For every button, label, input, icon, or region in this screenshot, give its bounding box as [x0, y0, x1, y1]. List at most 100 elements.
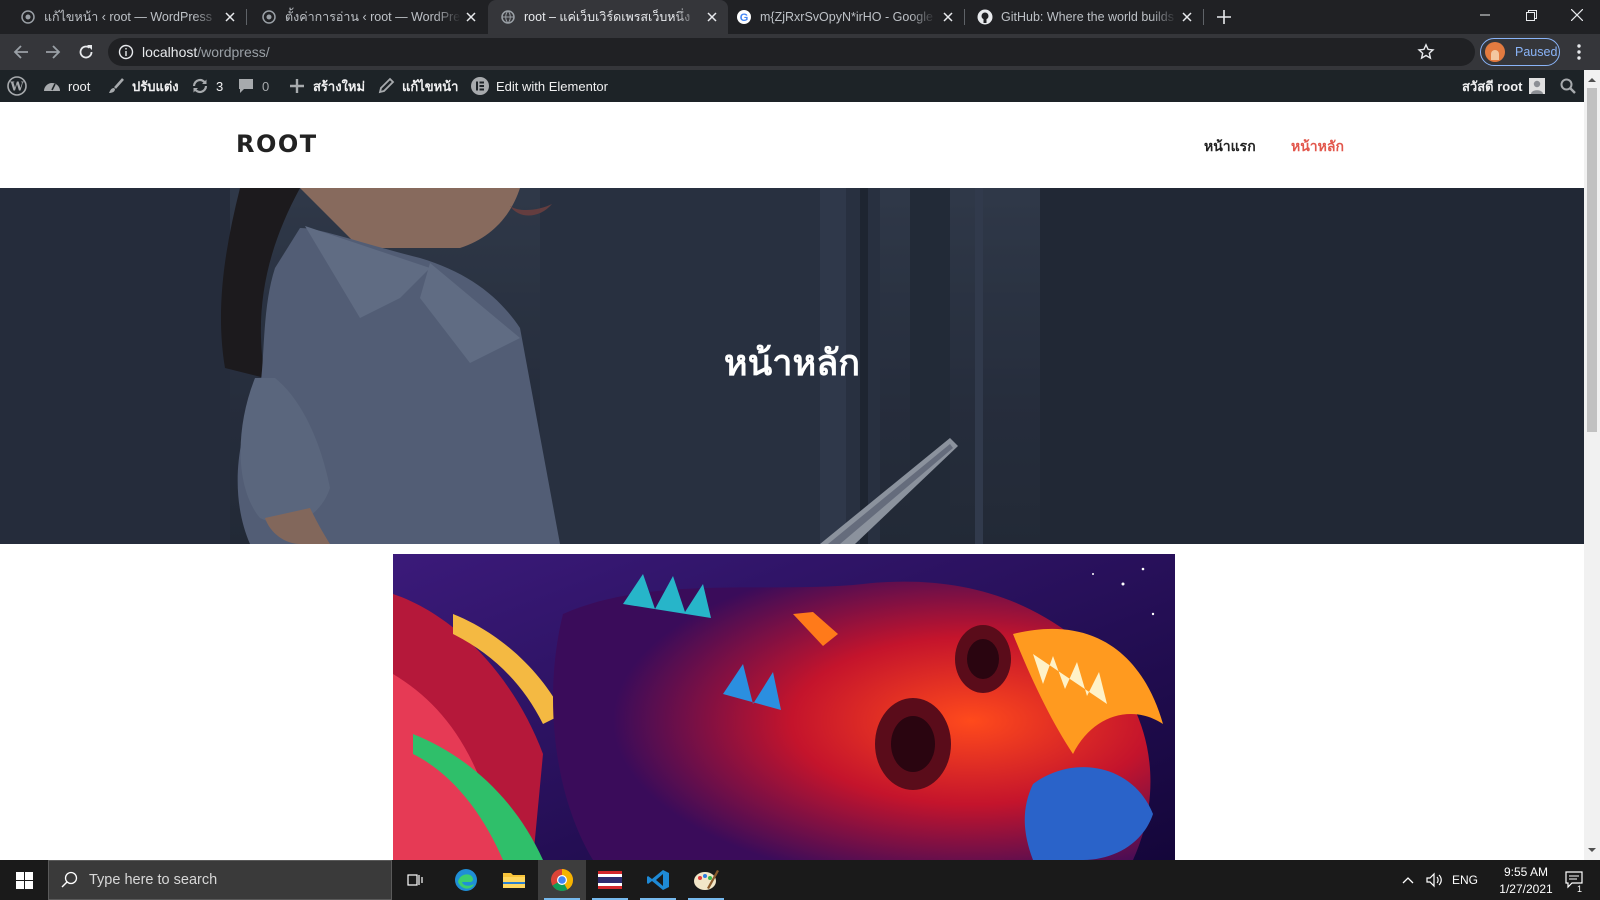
featured-image [393, 554, 1175, 860]
browser-tab-active[interactable]: root – แค่เว็บเวิร์ดเพรสเว็บหนึ่ง [488, 0, 728, 34]
new-label: สร้างใหม่ [313, 78, 366, 94]
windows-taskbar: Type here to search ENG 9:55 AM 1/27/202… [0, 860, 1600, 900]
avatar [1485, 42, 1505, 62]
site-header: ROOT หน้าแรก หน้าหลัก [0, 102, 1584, 188]
admin-bar-site-name[interactable]: root [42, 70, 90, 102]
notification-count: 1 [1577, 884, 1583, 894]
taskbar-clock[interactable]: 9:55 AM 1/27/2021 [1480, 864, 1572, 898]
file-explorer-icon[interactable] [490, 860, 538, 900]
site-name-label: root [68, 78, 91, 94]
task-view-icon[interactable] [392, 860, 440, 900]
page-scrollbar[interactable] [1584, 70, 1600, 860]
hero-title: หน้าหลัก [723, 343, 861, 384]
tab-title: root – แค่เว็บเวิร์ดเพรสเว็บหนึ่ง [524, 10, 691, 24]
hero-banner: หน้าหลัก [0, 188, 1584, 544]
forward-button[interactable] [42, 41, 64, 63]
vscode-icon[interactable] [634, 860, 682, 900]
customize-label: ปรับแต่ง [132, 78, 179, 94]
elementor-icon [470, 76, 490, 96]
browser-tab[interactable]: แก้ไขหน้า ‹ root — WordPress [0, 0, 246, 34]
user-avatar [1528, 78, 1545, 94]
reload-button[interactable] [75, 41, 97, 63]
browser-tab[interactable]: ตั้งค่าการอ่าน ‹ root — WordPress [247, 0, 487, 34]
close-window-button[interactable] [1554, 0, 1600, 30]
search-icon [1558, 76, 1578, 96]
admin-bar-elementor[interactable]: Edit with Elementor [470, 70, 608, 102]
menu-item-main[interactable]: หน้าหลัก [1291, 136, 1344, 158]
wordpress-icon: W [7, 76, 27, 96]
page-viewport: ROOT หน้าแรก หน้าหลัก หน้าหลัก [0, 102, 1584, 860]
clock-time: 9:55 AM [1503, 865, 1549, 879]
globe-icon [500, 9, 516, 25]
tab-separator [1203, 9, 1204, 25]
notifications-button[interactable]: 1 [1560, 860, 1590, 900]
edit-page-label: แก้ไขหน้า [402, 78, 459, 94]
greeting-label: สวัสดี root [1462, 78, 1523, 94]
close-icon[interactable] [463, 9, 479, 25]
menu-item-home[interactable]: หน้าแรก [1204, 136, 1256, 158]
edge-icon[interactable] [442, 860, 490, 900]
address-bar[interactable]: localhost/wordpress/ [108, 38, 1475, 66]
minimize-button[interactable] [1462, 0, 1508, 30]
close-icon[interactable] [940, 9, 956, 25]
hyper-beast-artwork [393, 554, 1175, 860]
admin-bar-new[interactable]: สร้างใหม่ [287, 70, 365, 102]
admin-bar-comments[interactable]: 0 [236, 70, 269, 102]
wordpress-icon [261, 9, 277, 25]
svg-text:G: G [740, 12, 749, 24]
chrome-icon[interactable] [538, 860, 586, 900]
admin-bar-edit-page[interactable]: แก้ไขหน้า [376, 70, 458, 102]
close-icon[interactable] [222, 9, 238, 25]
show-hidden-icons[interactable] [1398, 860, 1418, 900]
browser-tab[interactable]: GitHub: Where the world builds s [965, 0, 1203, 34]
close-icon[interactable] [1179, 9, 1195, 25]
paint-icon[interactable] [682, 860, 730, 900]
start-button[interactable] [0, 860, 48, 900]
browser-tab-strip: แก้ไขหน้า ‹ root — WordPress ตั้งค่าการอ… [0, 0, 1600, 34]
tab-title: ตั้งค่าการอ่าน ‹ root — WordPress [285, 10, 461, 24]
new-tab-button[interactable] [1214, 7, 1234, 27]
browser-toolbar: localhost/wordpress/ Paused [0, 34, 1600, 70]
close-icon[interactable] [704, 9, 720, 25]
info-icon[interactable] [118, 44, 134, 60]
tab-title: GitHub: Where the world builds s [1001, 10, 1177, 24]
restore-button[interactable] [1508, 0, 1554, 30]
admin-bar-updates[interactable]: 3 [190, 70, 223, 102]
plus-icon [287, 76, 307, 96]
windows-icon [15, 871, 33, 889]
search-placeholder: Type here to search [89, 872, 218, 888]
comments-count: 0 [262, 78, 270, 94]
updates-count: 3 [216, 78, 224, 94]
profile-button[interactable]: Paused [1480, 38, 1560, 66]
tab-title: m{ZjRxrSvOpyN*irHO - Google S [760, 10, 936, 24]
site-logo[interactable]: ROOT [236, 130, 318, 158]
comment-icon [236, 76, 256, 96]
wordpress-icon [20, 9, 36, 25]
admin-bar-account[interactable]: สวัสดี root [1462, 70, 1545, 102]
url-text: localhost/wordpress/ [142, 44, 270, 60]
google-icon: G [736, 9, 752, 25]
language-indicator[interactable]: ENG [1450, 860, 1480, 900]
volume-icon[interactable] [1422, 860, 1446, 900]
back-button[interactable] [10, 41, 32, 63]
url-path: /wordpress/ [197, 44, 270, 60]
tab-title: แก้ไขหน้า ‹ root — WordPress [44, 10, 212, 24]
search-icon [61, 871, 78, 888]
dashboard-icon [42, 76, 62, 96]
menu-icon[interactable] [1569, 41, 1589, 63]
browser-tab[interactable]: G m{ZjRxrSvOpyN*irHO - Google S [728, 0, 964, 34]
github-icon [977, 9, 993, 25]
thai-flag-app-icon[interactable] [586, 860, 634, 900]
wp-admin-bar: W root ปรับแต่ง 3 0 สร้างใหม่ แก้ไขหน้า … [0, 70, 1584, 102]
wordpress-logo-menu[interactable]: W [7, 70, 33, 102]
svg-text:W: W [9, 80, 24, 94]
clock-date: 1/27/2021 [1499, 882, 1553, 896]
scrollbar-thumb[interactable] [1587, 88, 1597, 432]
pencil-icon [376, 76, 396, 96]
brush-icon [106, 76, 126, 96]
admin-bar-search[interactable] [1558, 70, 1584, 102]
bookmark-star-icon[interactable] [1417, 43, 1435, 61]
admin-bar-customize[interactable]: ปรับแต่ง [106, 70, 179, 102]
taskbar-search-box[interactable]: Type here to search [48, 860, 392, 900]
profile-status: Paused [1515, 45, 1558, 59]
